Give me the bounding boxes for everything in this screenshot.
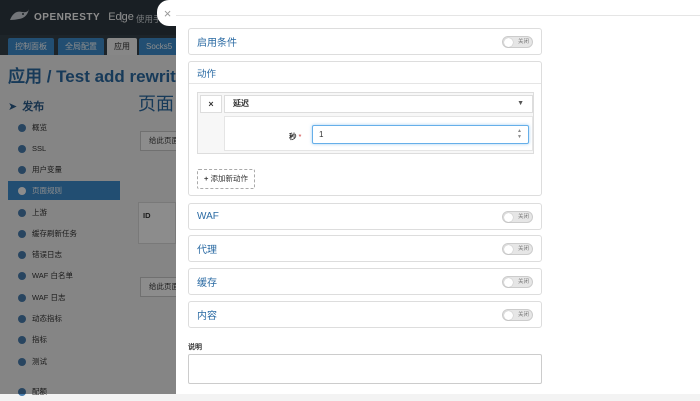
panel-title: 内容 [197, 311, 217, 322]
waf-toggle[interactable]: 关闭 [502, 210, 533, 223]
toggle-label: 关闭 [518, 278, 530, 285]
spinner-icon[interactable]: ▲ ▼ [517, 128, 522, 140]
seconds-input-value: 1 [319, 130, 324, 139]
toggle-label: 关闭 [518, 311, 530, 318]
action-type-value: 延迟 [233, 99, 249, 108]
panel-title: 代理 [197, 245, 217, 256]
conditions-toggle[interactable]: 关闭 [502, 35, 533, 48]
proxy-toggle[interactable]: 关闭 [502, 242, 533, 255]
plus-icon: + [204, 174, 209, 183]
toggle-label: 关闭 [518, 213, 530, 220]
action-type-select[interactable]: 延迟 ▼ [224, 95, 533, 113]
panel-waf: WAF 关闭 [188, 203, 542, 230]
panel-title: 缓存 [197, 278, 217, 289]
description-textarea[interactable] [188, 354, 542, 384]
toggle-label: 关闭 [518, 245, 530, 252]
close-icon[interactable]: × [157, 0, 178, 26]
panel-cache: 缓存 关闭 [188, 268, 542, 295]
add-action-button[interactable]: + 添加新动作 [197, 169, 255, 189]
description-label: 说明 [188, 344, 202, 351]
required-mark: * [298, 132, 302, 141]
remove-action-button[interactable]: × [200, 95, 222, 113]
panel-title: 动作 [189, 62, 541, 84]
content-toggle[interactable]: 关闭 [502, 308, 533, 321]
seconds-label-text: 秒 [289, 132, 297, 141]
cache-toggle[interactable]: 关闭 [502, 275, 533, 288]
seconds-label: 秒 * [289, 131, 301, 142]
seconds-input[interactable]: 1 ▲ ▼ [312, 125, 529, 144]
drawer-top-strip [176, 0, 700, 16]
panel-title: 启用条件 [197, 38, 237, 49]
action-item: × 延迟 ▼ 秒 * 1 ▲ ▼ [197, 92, 534, 154]
panel-proxy: 代理 关闭 [188, 235, 542, 262]
panel-actions: 动作 × 延迟 ▼ 秒 * 1 ▲ ▼ + 添加新动作 [188, 61, 542, 196]
edit-rule-drawer: 启用条件 关闭 动作 × 延迟 ▼ 秒 * 1 ▲ ▼ + 添加新动作 WAF … [176, 0, 700, 394]
add-action-label: 添加新动作 [210, 174, 248, 183]
caret-down-icon: ▼ [517, 100, 524, 107]
panel-title: WAF [197, 211, 219, 222]
panel-content: 内容 关闭 [188, 301, 542, 328]
action-params: 秒 * 1 ▲ ▼ [224, 116, 533, 151]
panel-conditions: 启用条件 关闭 [188, 28, 542, 55]
toggle-label: 关闭 [518, 38, 530, 45]
